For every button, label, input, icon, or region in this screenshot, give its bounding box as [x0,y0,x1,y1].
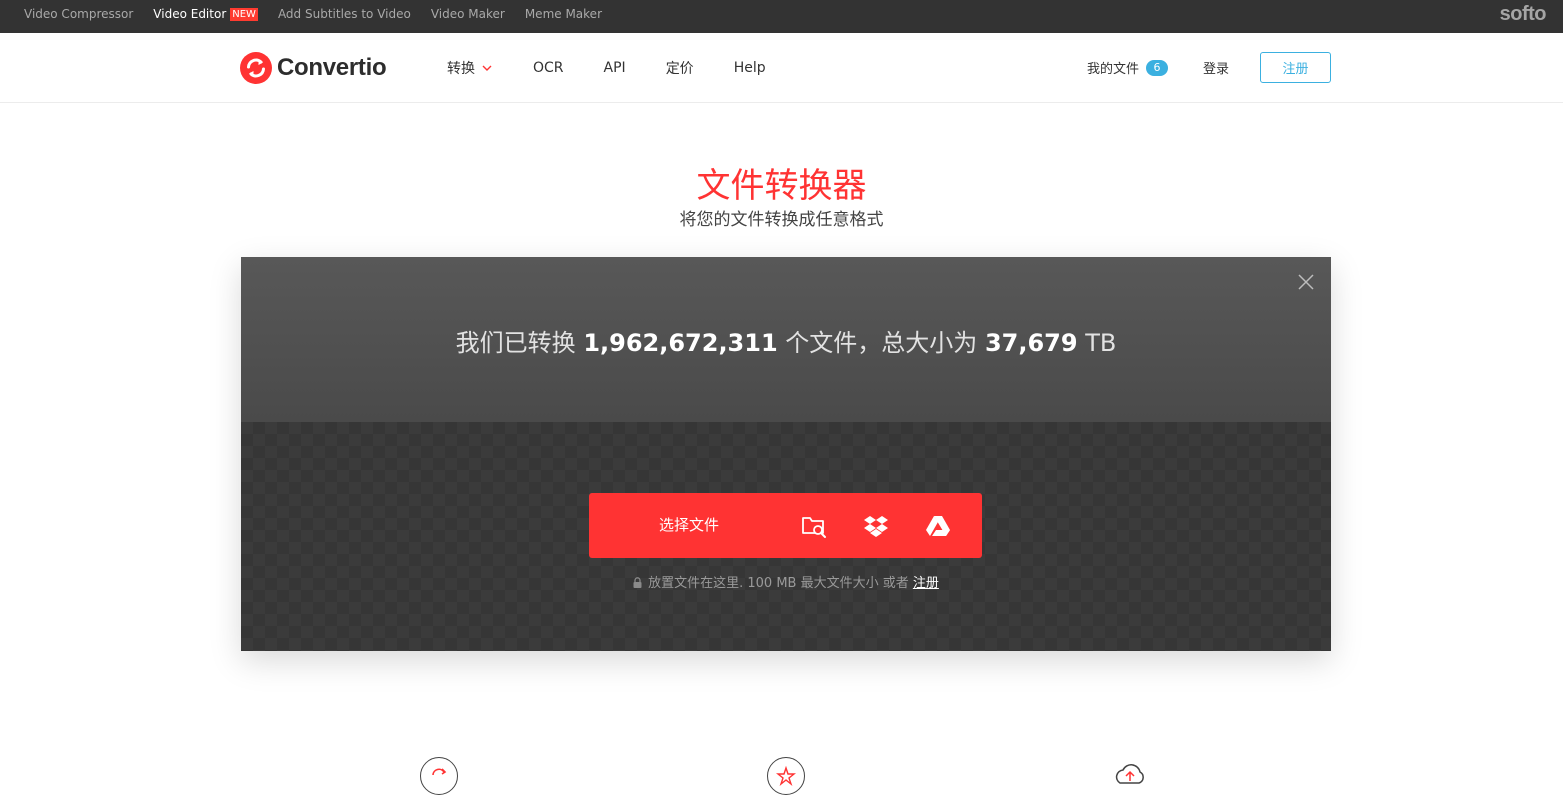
register-button[interactable]: 注册 [1260,52,1331,83]
softo-link-video-maker[interactable]: Video Maker [431,7,505,21]
my-files-link[interactable]: 我的文件 6 [1087,58,1168,77]
converter-box: 我们已转换 1,962,672,311 个文件，总大小为 37,679 TB 选… [241,257,1331,651]
page-title: 文件转换器 [696,166,867,206]
lock-icon [633,577,642,588]
nav-pricing[interactable]: 定价 [666,58,694,78]
dropbox-icon[interactable] [863,513,889,539]
drop-note-register-link[interactable]: 注册 [913,576,939,591]
softo-link-video-editor-label: Video Editor [153,7,227,21]
star-feature-icon [767,757,805,795]
softo-links: Video Compressor Video Editor NEW Add Sub… [24,0,602,28]
new-badge: NEW [230,8,258,21]
google-drive-icon[interactable] [925,513,951,539]
page-subtitle: 将您的文件转换成任意格式 [679,210,884,230]
stats-prefix: 我们已转换 [455,329,576,357]
softo-logo[interactable]: softo [1500,3,1547,26]
choose-files-button[interactable]: 选择文件 [659,493,719,558]
softo-link-video-compressor[interactable]: Video Compressor [24,7,133,21]
stats-total-size: 37,679 [984,329,1078,357]
stats-files-count: 1,962,672,311 [583,329,778,357]
nav-convert-label: 转换 [447,61,475,77]
cloud-upload-feature-icon [1111,757,1149,795]
convertio-logo-icon [240,52,272,84]
my-files-count-badge: 6 [1145,59,1168,76]
login-link[interactable]: 登录 [1203,58,1229,77]
refresh-feature-icon [420,757,458,795]
softo-top-bar: Video Compressor Video Editor NEW Add Sub… [0,0,1563,33]
choose-files-bar: 选择文件 [589,493,982,558]
drop-note: 放置文件在这里. 100 MB 最大文件大小 或者 注册 [241,572,1331,591]
site-header: Convertio 转换 OCR API 定价 Help 我的文件 6 登录 注… [0,33,1563,103]
main-nav: 转换 OCR API 定价 Help [447,58,806,78]
header-actions: 我的文件 6 登录 注册 [1087,52,1331,83]
stats-unit: TB [1085,329,1117,357]
conversion-stats: 我们已转换 1,962,672,311 个文件，总大小为 37,679 TB [241,323,1331,358]
convertio-logo[interactable]: Convertio [240,52,387,84]
stats-panel: 我们已转换 1,962,672,311 个文件，总大小为 37,679 TB [241,257,1331,422]
stats-middle: 个文件，总大小为 [785,329,978,357]
folder-search-icon[interactable] [801,513,827,539]
softo-link-meme-maker[interactable]: Meme Maker [525,7,602,21]
softo-link-video-editor[interactable]: Video Editor NEW [153,7,258,21]
softo-link-add-subtitles[interactable]: Add Subtitles to Video [278,7,411,21]
nav-api[interactable]: API [604,60,626,76]
chevron-down-icon [482,65,492,71]
drop-note-text: 放置文件在这里. 100 MB 最大文件大小 或者 [648,576,909,591]
nav-ocr[interactable]: OCR [533,60,564,76]
drop-zone[interactable]: 选择文件 放置文件在这里. 100 MB 最大文件大小 或者 注册 [241,422,1331,651]
my-files-label: 我的文件 [1086,62,1139,77]
logo-text: Convertio [277,54,387,81]
close-icon[interactable] [1297,273,1315,291]
nav-convert[interactable]: 转换 [447,58,493,78]
nav-help[interactable]: Help [734,60,766,76]
